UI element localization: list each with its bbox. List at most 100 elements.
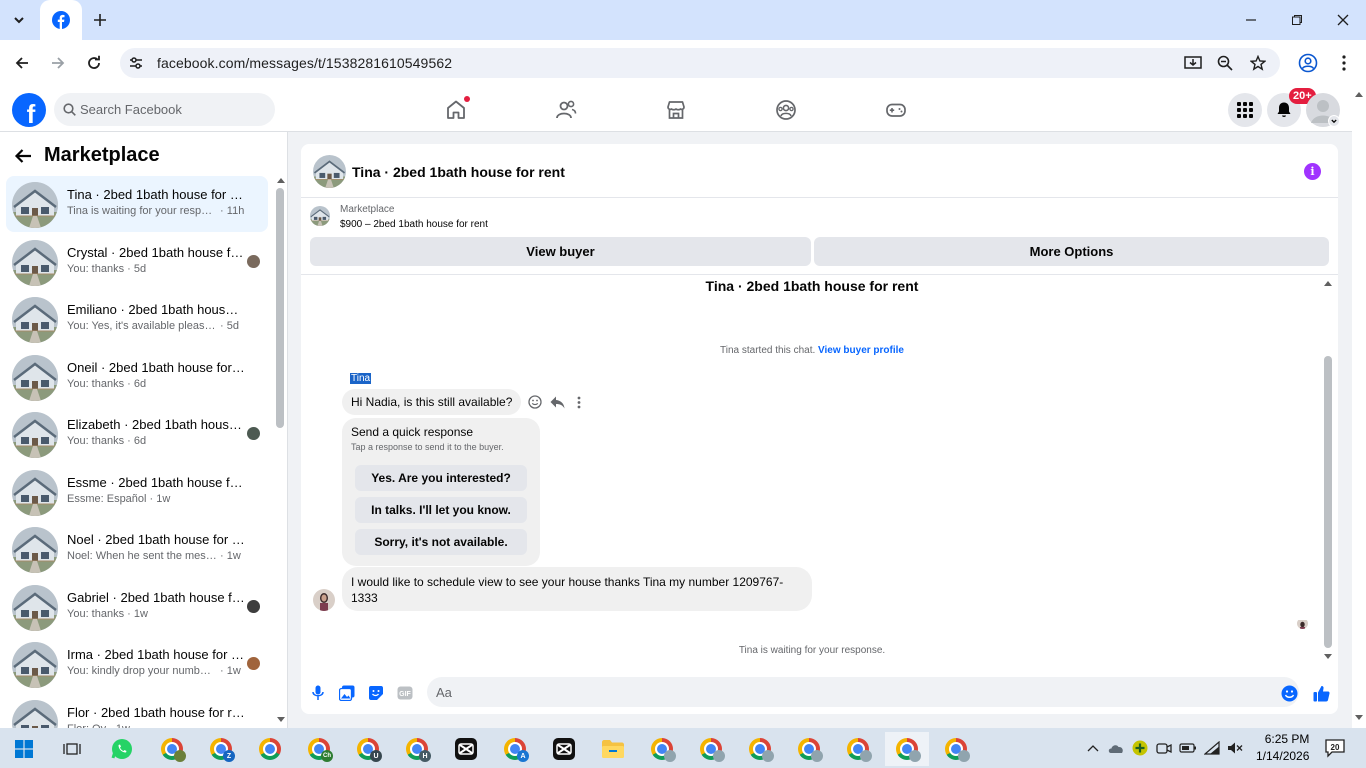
quick-response-option[interactable]: In talks. I'll let you know. [355, 497, 527, 523]
tray-app-icon[interactable] [1131, 739, 1149, 757]
message-bubble[interactable]: I would like to schedule view to see you… [342, 567, 812, 611]
minimize-button[interactable] [1239, 8, 1263, 32]
taskbar-capcut[interactable] [444, 732, 488, 766]
url-text[interactable]: facebook.com/messages/t/1538281610549562 [157, 55, 452, 71]
taskbar-chrome[interactable] [248, 732, 292, 766]
new-tab-button[interactable] [88, 8, 112, 32]
view-buyer-button[interactable]: View buyer [310, 237, 811, 266]
listing-thumbnail[interactable] [310, 206, 330, 226]
page-scrollbar[interactable] [1352, 86, 1366, 728]
listing-thumbnail [12, 182, 58, 228]
onedrive-tray-icon[interactable] [1107, 739, 1125, 757]
taskbar-chrome-profile[interactable] [836, 732, 880, 766]
browser-menu-button[interactable] [1332, 51, 1356, 75]
bookmark-star-icon[interactable] [1248, 53, 1268, 73]
chat-scrollbar[interactable] [1324, 356, 1332, 648]
listing-price[interactable]: $900 – 2bed 1bath house for rent [340, 219, 488, 230]
more-actions-button[interactable] [571, 394, 587, 410]
react-button[interactable] [527, 394, 543, 410]
battery-tray-icon[interactable] [1179, 739, 1197, 757]
taskbar-chrome-profile[interactable] [640, 732, 684, 766]
taskbar-chrome-profile[interactable]: U [346, 732, 390, 766]
sender-avatar[interactable] [313, 589, 335, 611]
voice-clip-button[interactable] [309, 684, 327, 702]
conversation-time: 1w [156, 492, 171, 505]
show-hidden-icons-button[interactable] [1084, 739, 1102, 757]
conversation-item[interactable]: Crystal · 2bed 1bath house for rent You: … [6, 234, 268, 290]
menu-grid-button[interactable] [1228, 93, 1262, 127]
quick-response-option[interactable]: Yes. Are you interested? [355, 465, 527, 491]
taskbar-chrome-profile[interactable] [787, 732, 831, 766]
taskbar-chrome-profile[interactable]: Ch [297, 732, 341, 766]
conversation-item[interactable]: Emiliano · 2bed 1bath house for rent You:… [6, 291, 268, 347]
facebook-logo[interactable]: f [12, 93, 46, 127]
volume-tray-icon[interactable] [1226, 739, 1244, 757]
taskbar-chrome-profile-active[interactable] [885, 732, 929, 766]
listing-avatar[interactable] [313, 155, 346, 188]
zoom-icon[interactable] [1215, 53, 1235, 73]
taskbar-whatsapp[interactable] [100, 732, 144, 766]
taskbar-chrome-profile[interactable]: H [395, 732, 439, 766]
arrow-left-icon[interactable] [14, 148, 32, 164]
sticker-button[interactable] [367, 684, 385, 702]
taskbar-chrome-profile[interactable] [738, 732, 782, 766]
more-vertical-icon [1342, 55, 1346, 71]
message-input[interactable] [427, 677, 1299, 707]
nav-gaming[interactable] [884, 98, 908, 122]
close-window-button[interactable] [1331, 8, 1355, 32]
taskbar-chrome-profile[interactable]: Z [199, 732, 243, 766]
chat-title[interactable]: Tina · 2bed 1bath house for rent [352, 164, 565, 180]
taskbar-capcut[interactable] [542, 732, 586, 766]
tab-search-button[interactable] [6, 7, 32, 33]
taskbar-chrome-profile[interactable] [150, 732, 194, 766]
info-icon[interactable]: i [1304, 163, 1321, 180]
taskbar-file-explorer[interactable] [591, 732, 635, 766]
restore-icon [1292, 15, 1302, 25]
forward-button[interactable] [46, 51, 70, 75]
conversation-item[interactable]: Gabriel · 2bed 1bath house for rent You: … [6, 579, 268, 635]
gif-button[interactable]: GIF [396, 684, 414, 702]
search-box[interactable]: Search Facebook [54, 93, 275, 126]
nav-friends[interactable] [554, 98, 578, 122]
conversation-item[interactable]: Irma · 2bed 1bath house for rent You: kin… [6, 636, 268, 692]
profile-button[interactable] [1296, 51, 1320, 75]
start-button[interactable] [2, 732, 46, 766]
conversation-item[interactable]: Oneil · 2bed 1bath house for rent You: th… [6, 349, 268, 405]
emoji-button[interactable] [1280, 684, 1298, 702]
browser-tab-facebook[interactable] [40, 0, 82, 40]
conversation-item[interactable]: Flor · 2bed 1bath house for rentFlor: Oy… [6, 694, 268, 728]
attach-photo-button[interactable] [338, 684, 356, 702]
address-bar[interactable]: facebook.com/messages/t/1538281610549562 [120, 48, 1280, 78]
conversation-item[interactable]: Essme · 2bed 1bath house for rent Essme: … [6, 464, 268, 520]
install-app-icon[interactable] [1183, 53, 1203, 73]
like-button[interactable] [1312, 684, 1330, 702]
conversation-item[interactable]: Elizabeth · 2bed 1bath house for rent You… [6, 406, 268, 462]
conversation-item[interactable]: Tina · 2bed 1bath house for rent Tina is … [6, 176, 268, 232]
taskbar-chrome-profile[interactable] [934, 732, 978, 766]
conversation-list-scrollbar[interactable] [276, 188, 284, 428]
nav-marketplace[interactable] [664, 98, 688, 122]
view-buyer-profile-link[interactable]: View buyer profile [818, 345, 904, 356]
back-button[interactable] [10, 51, 34, 75]
site-settings-icon[interactable] [126, 53, 146, 73]
account-avatar[interactable] [1306, 93, 1340, 127]
wifi-tray-icon[interactable] [1203, 739, 1221, 757]
restore-button[interactable] [1285, 8, 1309, 32]
more-options-button[interactable]: More Options [814, 237, 1329, 266]
search-input[interactable]: Search Facebook [80, 102, 182, 117]
task-view-button[interactable] [50, 732, 94, 766]
nav-groups[interactable] [774, 98, 798, 122]
meet-now-tray-icon[interactable] [1155, 739, 1173, 757]
system-clock[interactable]: 6:25 PM 1/14/2026 [1256, 731, 1309, 765]
notification-center-button[interactable]: 20 [1324, 737, 1346, 759]
reply-button[interactable] [549, 394, 565, 410]
taskbar-chrome-profile[interactable] [689, 732, 733, 766]
quick-response-option[interactable]: Sorry, it's not available. [355, 529, 527, 555]
taskbar-chrome-profile[interactable]: A [493, 732, 537, 766]
conversation-preview: Essme: Español · 1w [67, 493, 257, 505]
marketplace-icon [667, 101, 685, 119]
nav-home[interactable] [444, 96, 470, 122]
reload-button[interactable] [82, 51, 106, 75]
conversation-item[interactable]: Noel · 2bed 1bath house for rent Noel: Wh… [6, 521, 268, 577]
message-bubble[interactable]: Hi Nadia, is this still available? [342, 389, 522, 415]
